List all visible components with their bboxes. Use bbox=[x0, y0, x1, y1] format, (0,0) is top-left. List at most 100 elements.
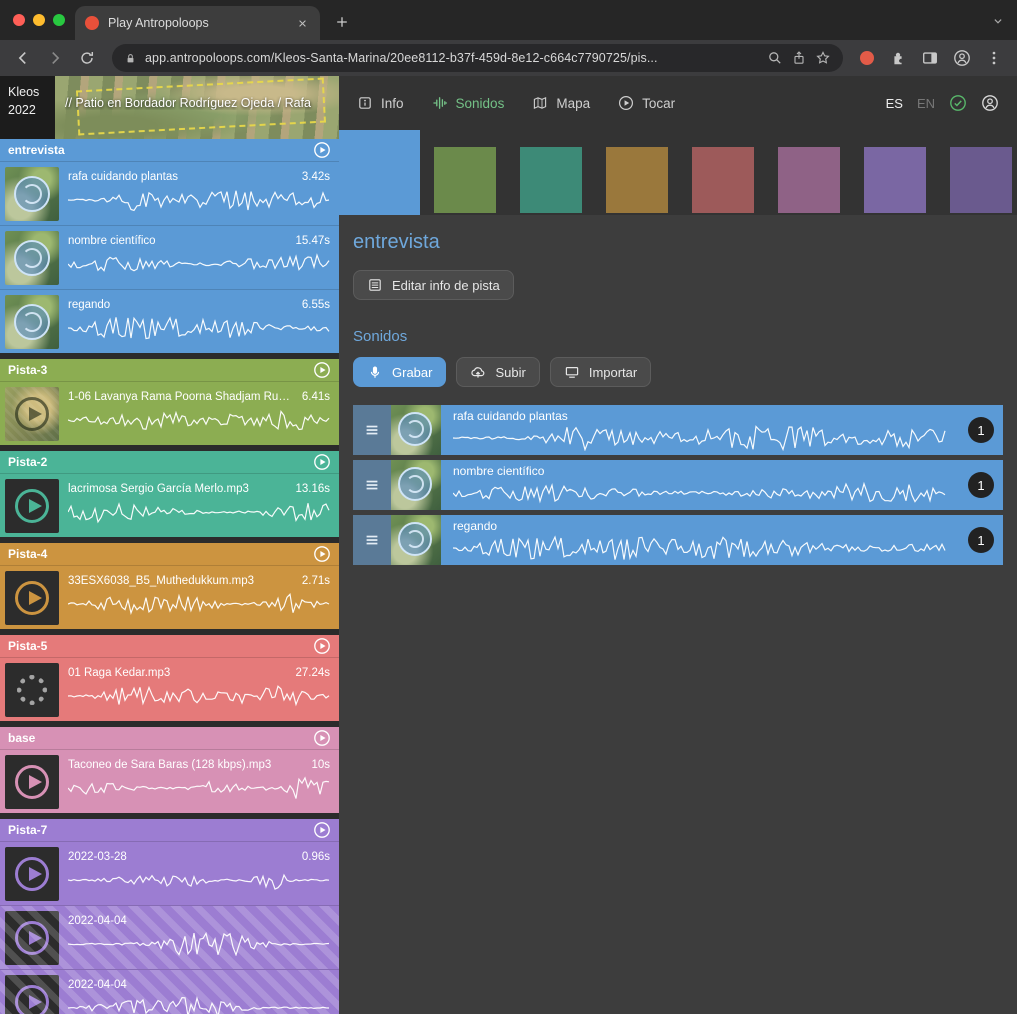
tab-sonidos[interactable]: Sonidos bbox=[432, 95, 505, 111]
fullscreen-window-button[interactable] bbox=[53, 14, 65, 26]
reload-button[interactable] bbox=[72, 44, 102, 72]
track-header[interactable]: base bbox=[0, 727, 339, 749]
sound-thumbnail[interactable] bbox=[5, 387, 59, 441]
track-name: Pista-7 bbox=[8, 823, 47, 837]
browser-menu-kebab-icon[interactable] bbox=[979, 44, 1009, 72]
play-track-icon[interactable] bbox=[313, 361, 331, 379]
tab-favicon bbox=[85, 16, 99, 30]
track-header[interactable]: Pista-5 bbox=[0, 635, 339, 657]
sound-name: 01 Raga Kedar.mp3 bbox=[68, 667, 170, 679]
play-icon[interactable] bbox=[15, 489, 49, 523]
track-header[interactable]: entrevista bbox=[0, 139, 339, 161]
import-button[interactable]: Importar bbox=[550, 357, 651, 387]
play-icon[interactable] bbox=[15, 765, 49, 799]
sound-thumbnail[interactable] bbox=[5, 847, 59, 901]
track-swatch[interactable] bbox=[950, 147, 1012, 213]
sound-thumbnail[interactable] bbox=[5, 663, 59, 717]
track-name: base bbox=[8, 731, 35, 745]
sound-item[interactable]: rafa cuidando plantas3.42s bbox=[0, 161, 339, 225]
sound-name: regando bbox=[453, 519, 947, 533]
sound-row[interactable]: regando 1 bbox=[353, 515, 1003, 565]
sound-item[interactable]: 2022-04-04 bbox=[0, 905, 339, 969]
sound-thumbnail[interactable] bbox=[391, 515, 441, 565]
record-button[interactable]: Grabar bbox=[353, 357, 446, 387]
zoom-icon[interactable] bbox=[767, 50, 783, 66]
drag-handle-icon[interactable] bbox=[353, 405, 391, 455]
sound-item[interactable]: 33ESX6038_B5_Muthedukkum.mp32.71s bbox=[0, 565, 339, 629]
sound-row[interactable]: nombre científico 1 bbox=[353, 460, 1003, 510]
sound-thumbnail[interactable] bbox=[5, 755, 59, 809]
close-window-button[interactable] bbox=[13, 14, 25, 26]
sound-thumbnail[interactable] bbox=[391, 405, 441, 455]
track-header[interactable]: Pista-4 bbox=[0, 543, 339, 565]
address-bar[interactable]: app.antropoloops.com/Kleos-Santa-Marina/… bbox=[112, 44, 843, 72]
upload-label: Subir bbox=[495, 365, 525, 380]
edit-track-info-button[interactable]: Editar info de pista bbox=[353, 270, 514, 300]
track-header[interactable]: Pista-3 bbox=[0, 359, 339, 381]
forward-button[interactable] bbox=[40, 44, 70, 72]
play-track-icon[interactable] bbox=[313, 545, 331, 563]
project-header[interactable]: Kleos 2022 // Patio en Bordador Rodrígue… bbox=[0, 76, 339, 139]
profile-avatar-icon[interactable] bbox=[947, 44, 977, 72]
play-track-icon[interactable] bbox=[313, 821, 331, 839]
tab-mapa[interactable]: Mapa bbox=[532, 95, 590, 111]
sound-item[interactable]: 01 Raga Kedar.mp327.24s bbox=[0, 657, 339, 721]
browser-tab[interactable]: Play Antropoloops bbox=[75, 6, 320, 40]
sound-item[interactable]: 1-06 Lavanya Rama Poorna Shadjam Rupak..… bbox=[0, 381, 339, 445]
sound-thumbnail[interactable] bbox=[5, 911, 59, 965]
track-swatch[interactable] bbox=[778, 147, 840, 213]
tab-search-chevron-icon[interactable] bbox=[991, 14, 1005, 28]
play-icon[interactable] bbox=[15, 397, 49, 431]
side-panel-icon[interactable] bbox=[915, 44, 945, 72]
sound-item[interactable]: lacrimosa Sergio García Merlo.mp313.16s bbox=[0, 473, 339, 537]
new-tab-button[interactable] bbox=[328, 8, 356, 36]
record-dot-icon[interactable] bbox=[860, 51, 874, 65]
play-track-icon[interactable] bbox=[313, 453, 331, 471]
extensions-puzzle-icon[interactable] bbox=[883, 44, 913, 72]
sound-thumbnail[interactable] bbox=[5, 975, 59, 1014]
drag-handle-icon[interactable] bbox=[353, 460, 391, 510]
sound-thumbnail[interactable] bbox=[5, 231, 59, 285]
share-icon[interactable] bbox=[791, 50, 807, 66]
sound-thumbnail[interactable] bbox=[5, 295, 59, 349]
waveform bbox=[453, 425, 947, 451]
track-header[interactable]: Pista-2 bbox=[0, 451, 339, 473]
play-icon[interactable] bbox=[15, 985, 49, 1014]
import-label: Importar bbox=[589, 365, 637, 380]
track-swatch[interactable] bbox=[520, 147, 582, 213]
sound-item[interactable]: nombre científico15.47s bbox=[0, 225, 339, 289]
play-icon[interactable] bbox=[15, 857, 49, 891]
upload-button[interactable]: Subir bbox=[456, 357, 539, 387]
play-track-icon[interactable] bbox=[313, 141, 331, 159]
lang-en-toggle[interactable]: EN bbox=[917, 96, 935, 111]
sound-thumbnail[interactable] bbox=[5, 167, 59, 221]
sound-thumbnail[interactable] bbox=[391, 460, 441, 510]
track-header[interactable]: Pista-7 bbox=[0, 819, 339, 841]
lang-es-toggle[interactable]: ES bbox=[886, 96, 903, 111]
bookmark-star-icon[interactable] bbox=[815, 50, 831, 66]
minimize-window-button[interactable] bbox=[33, 14, 45, 26]
tab-info[interactable]: Info bbox=[357, 95, 404, 111]
sound-row[interactable]: rafa cuidando plantas 1 bbox=[353, 405, 1003, 455]
track-swatch[interactable] bbox=[606, 147, 668, 213]
sound-item[interactable]: 2022-03-280.96s bbox=[0, 841, 339, 905]
sound-item[interactable]: regando6.55s bbox=[0, 289, 339, 353]
drag-handle-icon[interactable] bbox=[353, 515, 391, 565]
back-button[interactable] bbox=[8, 44, 38, 72]
play-icon[interactable] bbox=[15, 921, 49, 955]
tab-tocar[interactable]: Tocar bbox=[618, 95, 675, 111]
waveform bbox=[453, 535, 947, 561]
account-icon[interactable] bbox=[981, 94, 999, 112]
close-tab-icon[interactable] bbox=[294, 15, 310, 31]
sound-thumbnail[interactable] bbox=[5, 571, 59, 625]
sound-thumbnail[interactable] bbox=[5, 479, 59, 533]
play-track-icon[interactable] bbox=[313, 637, 331, 655]
track-swatch-selected[interactable] bbox=[339, 130, 420, 215]
sound-item[interactable]: Taconeo de Sara Baras (128 kbps).mp310s bbox=[0, 749, 339, 813]
play-icon[interactable] bbox=[15, 581, 49, 615]
track-swatch[interactable] bbox=[692, 147, 754, 213]
sound-item[interactable]: 2022-04-04 bbox=[0, 969, 339, 1014]
track-swatch[interactable] bbox=[864, 147, 926, 213]
track-swatch[interactable] bbox=[434, 147, 496, 213]
play-track-icon[interactable] bbox=[313, 729, 331, 747]
